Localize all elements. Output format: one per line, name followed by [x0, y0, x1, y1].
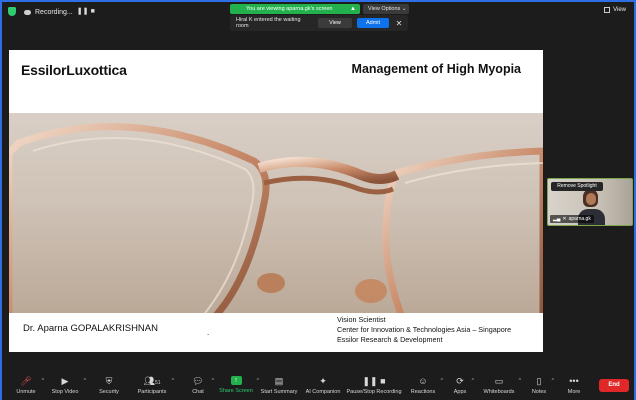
zoom-window: Recording... ❚❚ ■ You are viewing aparna… [0, 0, 636, 400]
encryption-shield-icon[interactable] [8, 7, 16, 16]
start-summary-label: Start Summary [260, 389, 298, 395]
sparkle-icon: ✦ [319, 376, 327, 386]
notes-icon: ▯ [536, 376, 542, 386]
presenter-name: Dr. Aparna GOPALAKRISHNAN [23, 323, 158, 334]
reactions-button[interactable]: ☺ Reactions ^ [409, 374, 443, 398]
chevron-up-icon[interactable]: ^ [552, 378, 554, 384]
unmute-label: Unmute [16, 389, 36, 395]
share-screen-label: Share Screen [219, 388, 253, 394]
stop-recording-icon[interactable]: ■ [89, 8, 97, 16]
view-button[interactable]: View [604, 7, 626, 13]
more-button[interactable]: ••• More [565, 374, 583, 398]
chevron-up-icon[interactable]: ^ [441, 378, 443, 384]
waiting-room-message: Hiral K entered the waiting room [236, 17, 301, 29]
cloud-recording-icon [24, 9, 31, 15]
security-label: Security [99, 389, 119, 395]
pause-recording-icon[interactable]: ❚❚ [77, 8, 89, 16]
waiting-room-notification: Hiral K entered the waiting room View Ad… [230, 15, 408, 31]
participant-name: aparna.gk [568, 216, 591, 222]
view-options-button[interactable]: View Options ⌄ [363, 4, 409, 14]
chevron-up-icon[interactable]: ▲ [350, 4, 356, 14]
muted-mic-icon: ✕ [562, 216, 567, 222]
more-dots-icon: ••• [569, 376, 579, 386]
stop-video-button[interactable]: ▶ Stop Video ^ [50, 374, 86, 398]
close-icon[interactable]: ✕ [394, 19, 404, 28]
pause-stop-recording-button[interactable]: ❚❚ ■ Pause/Stop Recording [346, 374, 402, 398]
muted-microphone-icon: 🎤︎ [20, 376, 32, 386]
notes-label: Notes [531, 389, 547, 395]
slide-dot: . [207, 328, 210, 337]
notes-button[interactable]: ▯ Notes ^ [530, 374, 554, 398]
reactions-label: Reactions [410, 389, 436, 395]
participants-label: Participants [137, 389, 167, 395]
ai-companion-label: AI Companion [305, 389, 341, 395]
essilorluxottica-logo: EssilorLuxottica [21, 62, 127, 78]
chevron-up-icon[interactable]: ^ [42, 378, 44, 384]
chat-label: Chat [192, 389, 204, 395]
role-line: Essilor Research & Development [337, 335, 443, 344]
shared-screen-slide: EssilorLuxottica Management of High Myop… [9, 50, 543, 352]
participant-video-tile[interactable]: Remove Spotlight ▂▄ ✕ aparna.gk [547, 178, 633, 226]
ai-companion-button[interactable]: ✦ AI Companion [304, 374, 342, 398]
chevron-up-icon[interactable]: ^ [257, 378, 259, 384]
start-summary-button[interactable]: ▤ Start Summary [260, 374, 298, 398]
presenter-role: Vision Scientist Center for Innovation &… [337, 315, 511, 345]
chevron-up-icon[interactable]: ^ [84, 378, 86, 384]
waiting-room-view-button[interactable]: View [318, 18, 352, 28]
meeting-toolbar: 🎤︎ Unmute ^ ▶ Stop Video ^ ⛨ Security 👥︎… [2, 372, 634, 400]
shield-icon: ⛨ [105, 376, 113, 386]
pause-stop-recording-label: Pause/Stop Recording [346, 389, 402, 395]
admit-button[interactable]: Admit [357, 18, 389, 28]
viewing-label: You are viewing aparna.gk's screen [246, 6, 333, 12]
slide-title: Management of High Myopia [351, 62, 521, 76]
whiteboard-icon: ▭ [494, 376, 504, 386]
end-meeting-button[interactable]: End [599, 379, 629, 392]
security-button[interactable]: ⛨ Security [97, 374, 121, 398]
share-screen-button[interactable]: ↑ Share Screen ^ [219, 374, 259, 398]
chat-button[interactable]: 💬︎ Chat ^ [188, 374, 214, 398]
eyeglasses-photo [9, 113, 543, 313]
participant-face [586, 193, 596, 205]
grid-view-icon [604, 7, 611, 13]
apps-icon: ⟳ [456, 376, 464, 386]
recording-indicator: Recording... ❚❚ ■ [24, 7, 97, 17]
role-line: Center for Innovation & Technologies Asi… [337, 325, 512, 334]
signal-bars-icon: ▂▄ [553, 216, 561, 222]
apps-label: Apps [453, 389, 467, 395]
video-camera-icon: ▶ [61, 376, 69, 386]
viewing-screen-banner: You are viewing aparna.gk's screen ▲ [230, 4, 360, 14]
chevron-up-icon[interactable]: ^ [519, 378, 521, 384]
participants-count: 51 [154, 380, 161, 386]
participants-icon: 👥︎51 [143, 376, 161, 386]
apps-button[interactable]: ⟳ Apps ^ [452, 374, 474, 398]
unmute-button[interactable]: 🎤︎ Unmute ^ [14, 374, 44, 398]
participant-name-label: ▂▄ ✕ aparna.gk [550, 215, 594, 223]
share-screen-icon: ↑ [230, 376, 242, 385]
whiteboards-button[interactable]: ▭ Whiteboards ^ [483, 374, 521, 398]
smiley-icon: ☺ [418, 376, 428, 386]
whiteboards-label: Whiteboards [483, 389, 515, 395]
stop-video-label: Stop Video [51, 389, 79, 395]
view-label: View [613, 7, 626, 13]
view-options-label: View Options [368, 6, 401, 12]
pause-stop-icon: ❚❚ ■ [362, 376, 386, 386]
chat-bubble-icon: 💬︎ [192, 376, 204, 386]
remove-spotlight-button[interactable]: Remove Spotlight [551, 182, 603, 191]
summary-document-icon: ▤ [274, 376, 284, 386]
recording-label: Recording... [35, 8, 73, 16]
role-line: Vision Scientist [337, 315, 386, 324]
chevron-up-icon[interactable]: ^ [172, 378, 174, 384]
chevron-down-icon: ⌄ [401, 6, 407, 12]
more-label: More [567, 389, 581, 395]
participants-button[interactable]: 👥︎51 Participants ^ [136, 374, 174, 398]
chevron-up-icon[interactable]: ^ [472, 378, 474, 384]
chevron-up-icon[interactable]: ^ [212, 378, 214, 384]
